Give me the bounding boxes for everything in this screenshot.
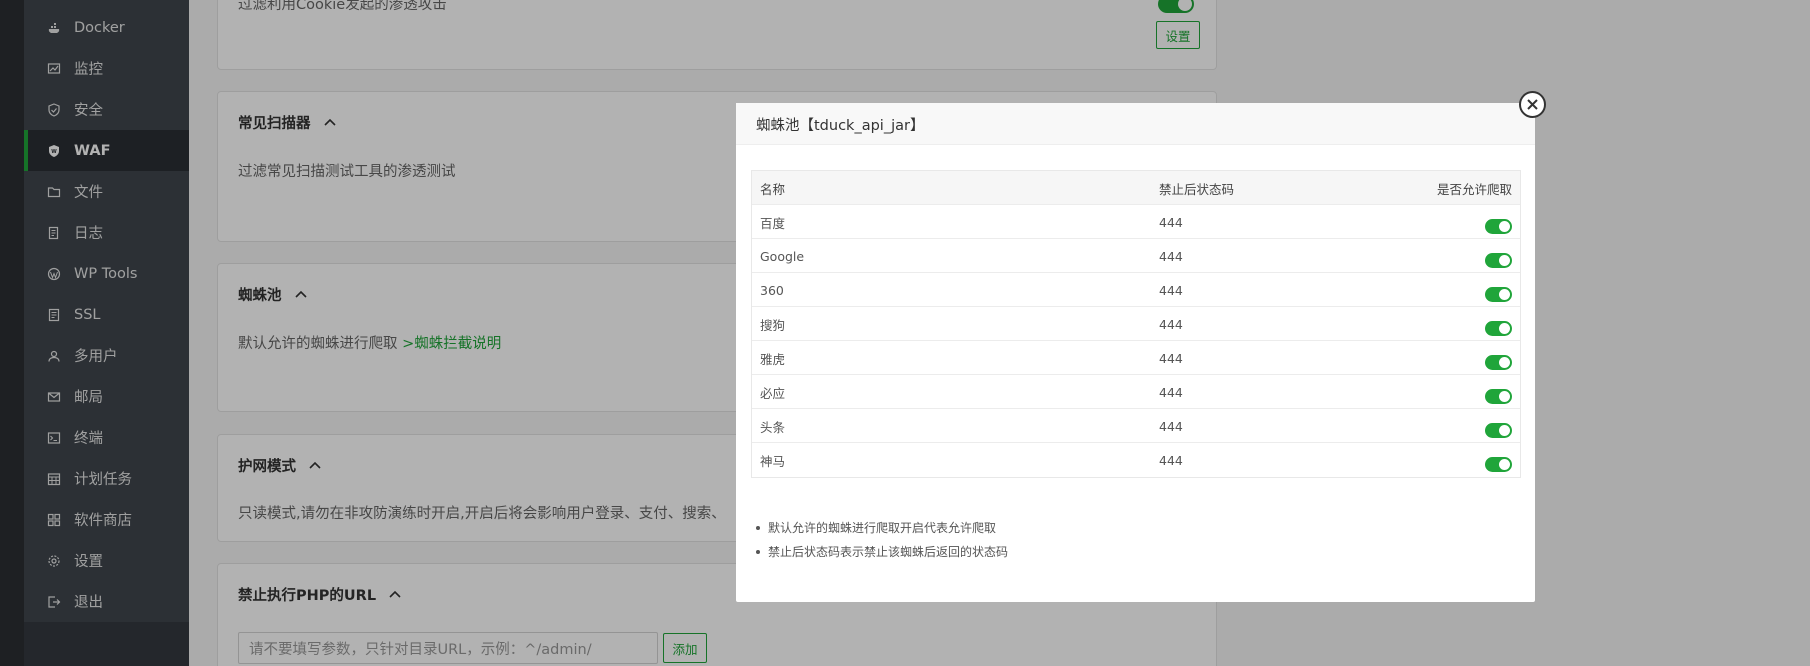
column-header-name[interactable]: 名称 — [760, 171, 785, 205]
allow-crawl-toggle[interactable] — [1485, 354, 1512, 370]
table-row: 必应 444 — [752, 375, 1520, 409]
allow-crawl-toggle[interactable] — [1485, 388, 1512, 404]
spider-name: 搜狗 — [760, 317, 786, 333]
spider-name: 雅虎 — [760, 351, 786, 367]
spider-name: 神马 — [760, 453, 786, 469]
allow-cell — [1485, 341, 1512, 375]
spider-name: 百度 — [760, 215, 786, 231]
dialog-notes: 默认允许的蜘蛛进行爬取开启代表允许爬取 禁止后状态码表示禁止该蜘蛛后返回的状态码 — [756, 516, 1008, 564]
allow-crawl-toggle[interactable] — [1485, 320, 1512, 336]
spider-name: 必应 — [760, 385, 786, 401]
spider-name: Google — [760, 248, 805, 264]
status-code: 444 — [1159, 384, 1183, 400]
status-code: 444 — [1159, 248, 1183, 264]
table-row: 头条 444 — [752, 409, 1520, 443]
status-code: 444 — [1159, 214, 1183, 230]
table-row: Google 444 — [752, 239, 1520, 273]
note-item: 禁止后状态码表示禁止该蜘蛛后返回的状态码 — [756, 540, 1008, 564]
spider-table: 名称 禁止后状态码 是否允许爬取 百度 444 Google 444 360 444 搜狗 4… — [751, 170, 1521, 478]
allow-cell — [1485, 375, 1512, 409]
dialog-title: 蜘蛛池【tduck_api_jar】 — [756, 117, 925, 134]
allow-crawl-toggle[interactable] — [1485, 286, 1512, 302]
table-row: 百度 444 — [752, 205, 1520, 239]
note-item: 默认允许的蜘蛛进行爬取开启代表允许爬取 — [756, 516, 1008, 540]
close-icon — [1527, 99, 1538, 110]
column-header-allowed[interactable]: 是否允许爬取 — [1437, 171, 1512, 205]
spider-pool-dialog: 蜘蛛池【tduck_api_jar】 名称 禁止后状态码 是否允许爬取 百度 44… — [736, 103, 1535, 602]
allow-cell — [1485, 409, 1512, 443]
status-code: 444 — [1159, 452, 1183, 468]
allow-crawl-toggle[interactable] — [1485, 422, 1512, 438]
status-code: 444 — [1159, 350, 1183, 366]
status-code: 444 — [1159, 282, 1183, 298]
allow-cell — [1485, 307, 1512, 341]
allow-cell — [1485, 273, 1512, 307]
allow-cell — [1485, 239, 1512, 273]
dialog-header: 蜘蛛池【tduck_api_jar】 — [736, 103, 1535, 145]
table-row: 搜狗 444 — [752, 307, 1520, 341]
allow-crawl-toggle[interactable] — [1485, 252, 1512, 268]
close-button[interactable] — [1519, 91, 1546, 118]
table-row: 雅虎 444 — [752, 341, 1520, 375]
column-header-code[interactable]: 禁止后状态码 — [1159, 171, 1234, 205]
allow-cell — [1485, 205, 1512, 239]
table-row: 神马 444 — [752, 443, 1520, 477]
status-code: 444 — [1159, 418, 1183, 434]
spider-name: 360 — [760, 282, 784, 298]
status-code: 444 — [1159, 316, 1183, 332]
allow-crawl-toggle[interactable] — [1485, 218, 1512, 234]
table-row: 360 444 — [752, 273, 1520, 307]
table-header-row: 名称 禁止后状态码 是否允许爬取 — [752, 171, 1520, 205]
spider-name: 头条 — [760, 419, 786, 435]
allow-cell — [1485, 443, 1512, 477]
allow-crawl-toggle[interactable] — [1485, 456, 1512, 472]
